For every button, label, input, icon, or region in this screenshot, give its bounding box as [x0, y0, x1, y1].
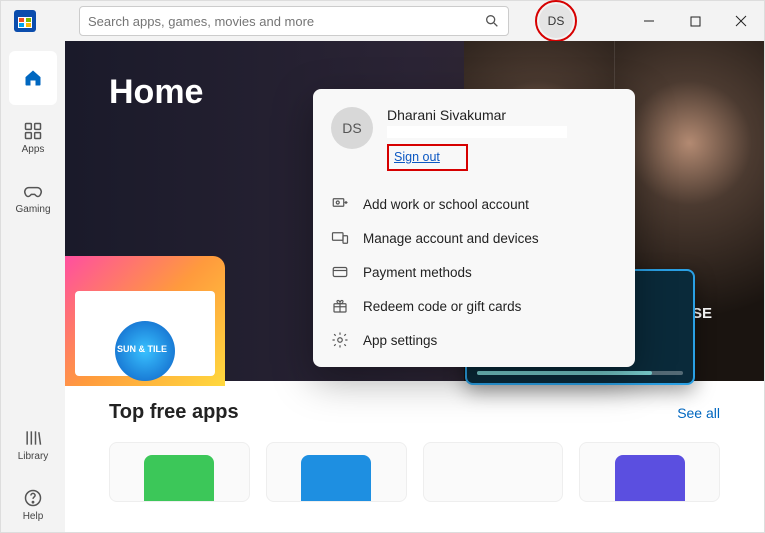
sidebar-item-label: Help	[23, 511, 44, 522]
flyout-item-label: Redeem code or gift cards	[363, 299, 521, 314]
flyout-item-add-account[interactable]: Add work or school account	[313, 187, 635, 221]
sidebar-item-library[interactable]: Library	[9, 418, 57, 472]
gamepass-progress	[477, 371, 683, 375]
payment-icon	[331, 263, 349, 281]
help-icon	[23, 488, 43, 508]
page-title: Home	[109, 73, 203, 112]
flyout-user-email-redacted	[387, 126, 567, 138]
sidebar-item-help[interactable]: Help	[9, 478, 57, 532]
flyout-item-settings[interactable]: App settings	[313, 323, 635, 357]
home-icon	[23, 68, 43, 88]
sign-out-link[interactable]: Sign out	[392, 149, 442, 165]
flyout-item-label: Add work or school account	[363, 197, 529, 212]
window-controls	[626, 1, 764, 41]
flyout-item-redeem[interactable]: Redeem code or gift cards	[313, 289, 635, 323]
spotlight-card-label: SUN & TILE	[117, 344, 167, 354]
search-icon[interactable]	[484, 13, 500, 29]
app-card[interactable]	[266, 442, 407, 502]
search-box[interactable]	[79, 6, 509, 36]
sidebar-item-label: Gaming	[15, 204, 50, 215]
apps-icon	[23, 121, 43, 141]
app-card[interactable]	[579, 442, 720, 502]
gaming-icon	[23, 181, 43, 201]
sidebar-item-apps[interactable]: Apps	[9, 111, 57, 165]
top-free-apps-section: Top free apps See all	[65, 381, 764, 502]
content-area: Home SUN & TILE TOMORROW WAR AMAZON ORIG…	[65, 41, 764, 532]
flyout-avatar: DS	[331, 107, 373, 149]
maximize-button[interactable]	[672, 1, 718, 41]
search-input[interactable]	[88, 14, 484, 29]
profile-button[interactable]: DS	[539, 4, 573, 38]
profile-flyout: DS Dharani Sivakumar Sign out Add work o…	[313, 89, 635, 367]
flyout-item-label: Payment methods	[363, 265, 472, 280]
see-all-link[interactable]: See all	[677, 405, 720, 421]
sidebar-item-label: Library	[18, 451, 49, 462]
spotlight-card-left[interactable]: SUN & TILE	[65, 256, 225, 386]
titlebar: DS	[1, 1, 764, 41]
library-icon	[23, 428, 43, 448]
store-icon	[14, 10, 36, 32]
add-account-icon	[331, 195, 349, 213]
app-card[interactable]	[109, 442, 250, 502]
app-card[interactable]	[423, 442, 564, 502]
gift-icon	[331, 297, 349, 315]
flyout-user-name: Dharani Sivakumar	[387, 107, 617, 123]
flyout-item-label: App settings	[363, 333, 437, 348]
flyout-item-label: Manage account and devices	[363, 231, 539, 246]
store-logo	[1, 10, 49, 32]
sidebar-item-home[interactable]	[9, 51, 57, 105]
gear-icon	[331, 331, 349, 349]
minimize-button[interactable]	[626, 1, 672, 41]
close-button[interactable]	[718, 1, 764, 41]
devices-icon	[331, 229, 349, 247]
sidebar-item-label: Apps	[22, 144, 45, 155]
section-title: Top free apps	[109, 401, 239, 424]
sidebar: Apps Gaming Library Help	[1, 41, 65, 532]
flyout-item-manage-account[interactable]: Manage account and devices	[313, 221, 635, 255]
flyout-item-payment[interactable]: Payment methods	[313, 255, 635, 289]
sidebar-item-gaming[interactable]: Gaming	[9, 171, 57, 225]
